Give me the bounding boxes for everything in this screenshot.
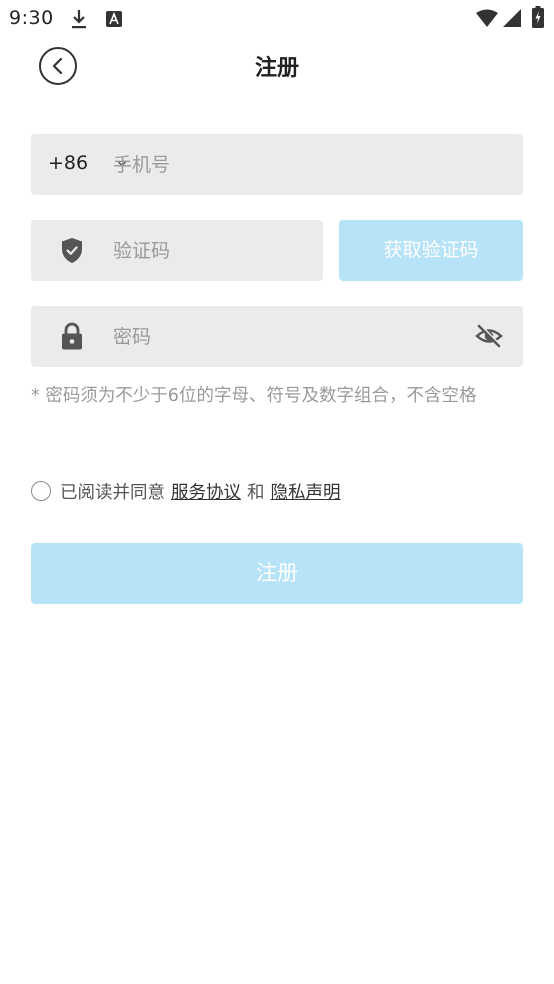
phone-input[interactable] [113,148,503,182]
agreement-prefix: 已阅读并同意 [60,482,165,503]
shield-check-icon [62,238,82,263]
eye-off-icon[interactable] [475,323,503,349]
get-code-button[interactable]: 获取验证码 [339,220,523,281]
wifi-icon [476,9,498,27]
signal-icon [503,9,521,27]
country-code-selector[interactable]: +86 [48,152,88,174]
lock-icon [62,322,82,350]
status-bar: 9:30 [0,0,554,36]
verification-code-input[interactable] [113,234,313,268]
agreement-checkbox[interactable] [31,481,51,501]
status-time: 9:30 [9,7,54,29]
password-field [31,306,523,367]
password-hint: * 密码须为不少于6位的字母、符号及数字组合，不含空格 [31,386,477,406]
service-agreement-link[interactable]: 服务协议 [171,479,241,504]
password-input[interactable] [113,320,463,354]
verification-code-field [31,220,323,281]
page-title: 注册 [254,56,299,81]
register-button[interactable]: 注册 [31,543,523,604]
a-notification-icon [106,11,122,27]
agreement-conjunction: 和 [247,482,265,503]
battery-charging-icon [532,6,544,28]
download-icon [72,10,86,29]
privacy-statement-link[interactable]: 隐私声明 [271,479,341,504]
agreement-row: 已阅读并同意 服务协议 和 隐私声明 [31,479,341,504]
phone-field: +86 [31,134,523,195]
